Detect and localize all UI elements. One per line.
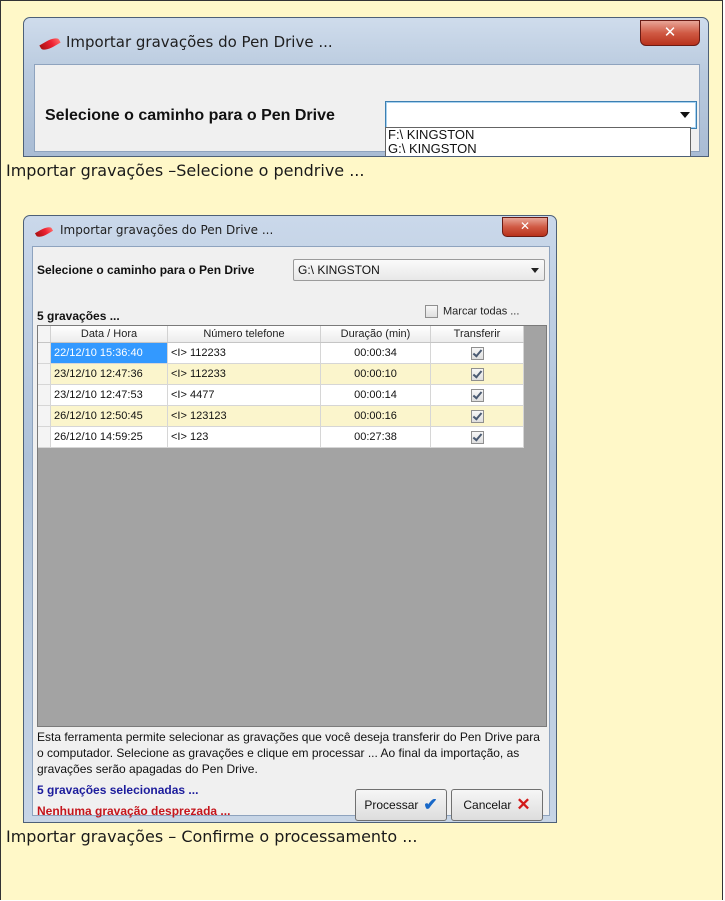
table-row[interactable]: 26/12/10 14:59:25 <I> 123 00:27:38 [38, 426, 524, 448]
discarded-count-text: Nenhuma gravação desprezada ... [37, 804, 231, 818]
duration-cell[interactable]: 00:00:34 [320, 342, 431, 364]
duration-cell[interactable]: 00:00:10 [320, 363, 431, 385]
close-button[interactable]: ✕ [502, 217, 548, 237]
date-cell[interactable]: 23/12/10 12:47:53 [50, 384, 168, 406]
app-feather-icon [34, 224, 54, 240]
transfer-cell[interactable] [430, 363, 524, 385]
cancel-label: Cancelar [463, 798, 512, 812]
drive-path-combo[interactable] [385, 101, 697, 129]
select-path-label: Selecione o caminho para o Pen Drive [37, 263, 255, 277]
selected-count-text: 5 gravações selecionadas ... [37, 783, 199, 797]
number-cell[interactable]: <I> 123123 [167, 405, 321, 427]
page-background: Importar gravações do Pen Drive ... ✕ Se… [0, 0, 723, 900]
cancel-button[interactable]: Cancelar ✕ [451, 789, 543, 821]
date-cell[interactable]: 23/12/10 12:47:36 [50, 363, 168, 385]
date-cell[interactable]: 26/12/10 12:50:45 [50, 405, 168, 427]
transfer-checkbox[interactable] [470, 388, 484, 402]
transfer-checkbox[interactable] [470, 430, 484, 444]
mark-all-checkbox[interactable]: Marcar todas ... [425, 305, 519, 318]
chevron-down-icon[interactable] [531, 268, 539, 273]
duration-cell[interactable]: 00:27:38 [320, 426, 431, 448]
table-row[interactable]: 22/12/10 15:36:40 <I> 112233 00:00:34 [38, 342, 524, 364]
number-cell[interactable]: <I> 4477 [167, 384, 321, 406]
column-header-number[interactable]: Número telefone [167, 326, 321, 343]
transfer-checkbox[interactable] [470, 367, 484, 381]
process-button[interactable]: Processar ✔ [355, 789, 447, 821]
table-row[interactable]: 23/12/10 12:47:53 <I> 4477 00:00:14 [38, 384, 524, 406]
info-text: Esta ferramenta permite selecionar as gr… [37, 730, 540, 776]
dialog-body: Selecione o caminho para o Pen Drive G:\… [32, 246, 550, 821]
checkbox-icon[interactable] [425, 305, 438, 318]
number-cell[interactable]: <I> 112233 [167, 342, 321, 364]
transfer-cell[interactable] [430, 384, 524, 406]
window-title: Importar gravações do Pen Drive ... [66, 33, 333, 51]
duration-cell[interactable]: 00:00:16 [320, 405, 431, 427]
row-header[interactable] [38, 342, 51, 364]
drive-path-combo[interactable]: G:\ KINGSTON [293, 259, 545, 281]
row-header[interactable] [38, 426, 51, 448]
transfer-checkbox[interactable] [470, 346, 484, 360]
transfer-checkbox[interactable] [470, 409, 484, 423]
date-cell[interactable]: 22/12/10 15:36:40 [50, 342, 168, 364]
transfer-cell[interactable] [430, 405, 524, 427]
row-header[interactable] [38, 405, 51, 427]
number-cell[interactable]: <I> 112233 [167, 363, 321, 385]
grid-header-row: Data / Hora Número telefone Duração (min… [38, 326, 524, 343]
figure-caption: Importar gravações – Confirme o processa… [6, 827, 418, 846]
mark-all-label: Marcar todas ... [443, 305, 520, 318]
dialog-body: Selecione o caminho para o Pen Drive F:\… [34, 64, 700, 156]
duration-cell[interactable]: 00:00:14 [320, 384, 431, 406]
dialog-window-select-drive: Importar gravações do Pen Drive ... ✕ Se… [23, 17, 709, 157]
recordings-count: 5 gravações ... [37, 309, 120, 323]
dropdown-option[interactable]: F:\ KINGSTON [386, 128, 690, 142]
number-cell[interactable]: <I> 123 [167, 426, 321, 448]
checkmark-icon: ✔ [423, 795, 438, 814]
date-cell[interactable]: 26/12/10 14:59:25 [50, 426, 168, 448]
window-title: Importar gravações do Pen Drive ... [60, 223, 274, 237]
dropdown-option[interactable]: G:\ KINGSTON [386, 142, 690, 156]
combo-value: G:\ KINGSTON [298, 263, 380, 277]
figure-caption: Importar gravações –Selecione o pendrive… [6, 161, 365, 180]
table-row[interactable]: 23/12/10 12:47:36 <I> 112233 00:00:10 [38, 363, 524, 385]
table-row[interactable]: 26/12/10 12:50:45 <I> 123123 00:00:16 [38, 405, 524, 427]
chevron-down-icon[interactable] [680, 112, 690, 118]
process-label: Processar [364, 798, 419, 812]
row-header-corner [38, 326, 51, 343]
column-header-transfer[interactable]: Transferir [430, 326, 524, 343]
app-feather-icon [39, 35, 61, 53]
dialog-window-confirm: Importar gravações do Pen Drive ... ✕ Se… [23, 215, 557, 823]
transfer-cell[interactable] [430, 426, 524, 448]
drive-dropdown-list: F:\ KINGSTON G:\ KINGSTON [385, 127, 691, 156]
transfer-cell[interactable] [430, 342, 524, 364]
column-header-duration[interactable]: Duração (min) [320, 326, 431, 343]
column-header-date[interactable]: Data / Hora [50, 326, 168, 343]
row-header[interactable] [38, 363, 51, 385]
close-icon: ✕ [516, 795, 531, 814]
row-header[interactable] [38, 384, 51, 406]
recordings-grid[interactable]: Data / Hora Número telefone Duração (min… [37, 325, 547, 727]
select-path-label: Selecione o caminho para o Pen Drive [45, 107, 335, 124]
close-button[interactable]: ✕ [640, 20, 700, 46]
